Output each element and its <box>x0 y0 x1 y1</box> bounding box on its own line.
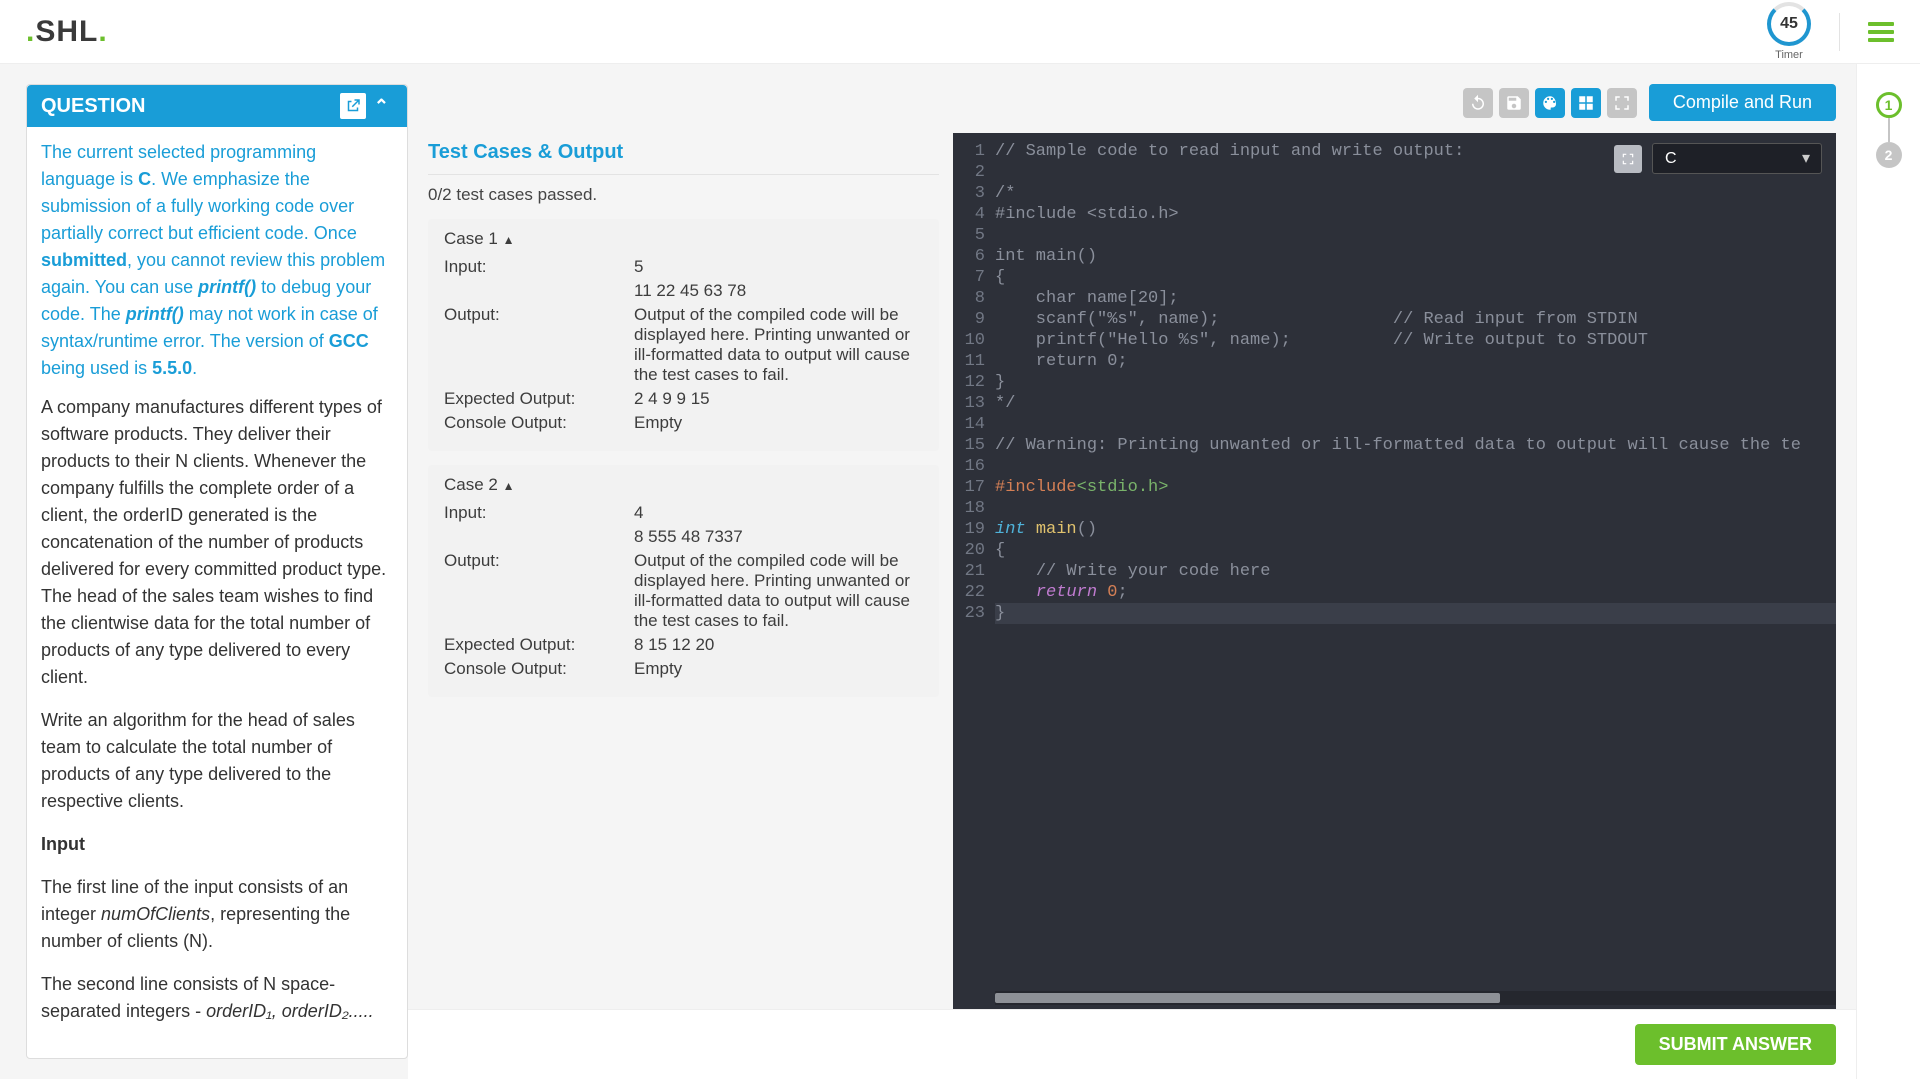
save-icon[interactable] <box>1499 88 1529 118</box>
fullscreen-icon[interactable] <box>1607 88 1637 118</box>
timer: 45 Timer <box>1767 2 1811 61</box>
content-row: Test Cases & Output 0/2 test cases passe… <box>408 133 1856 1009</box>
input-line-2: The second line consists of N space-sepa… <box>41 971 393 1025</box>
input-value-2: 8 555 48 7337 <box>634 527 923 547</box>
input-value: 4 <box>634 503 923 523</box>
top-right: 45 Timer <box>1767 2 1894 61</box>
test-cases-summary: 0/2 test cases passed. <box>428 175 939 219</box>
expected-label: Expected Output: <box>444 389 634 409</box>
test-case: Case 2 ▲ Input:4 8 555 48 7337Output:Outpu… <box>428 465 939 697</box>
console-label: Console Output: <box>444 413 634 433</box>
popout-icon[interactable] <box>340 93 366 119</box>
step-rail: 1 2 <box>1856 64 1920 1079</box>
code-area[interactable]: 1234567891011121314151617181920212223 //… <box>953 133 1836 991</box>
brand-logo: .SHL. <box>26 15 108 49</box>
expected-label: Expected Output: <box>444 635 634 655</box>
step-connector <box>1888 118 1890 142</box>
editor-toolbar: Compile and Run <box>408 84 1856 133</box>
question-header: QUESTION ⌃ <box>27 85 407 127</box>
output-label: Output: <box>444 551 634 631</box>
language-select[interactable]: C <box>1652 143 1822 174</box>
language-select-wrap: C <box>1652 143 1822 174</box>
logo-dot-left: . <box>26 15 35 48</box>
timer-circle: 45 <box>1767 2 1811 46</box>
console-label: Console Output: <box>444 659 634 679</box>
test-cases-title: Test Cases & Output <box>428 133 939 175</box>
menu-icon[interactable] <box>1868 18 1894 46</box>
code-editor[interactable]: C 1234567891011121314151617181920212223 … <box>953 133 1836 1009</box>
desc-paragraph-1: A company manufactures different types o… <box>41 394 393 691</box>
input-label: Input: <box>444 257 634 277</box>
question-intro: The current selected programming languag… <box>41 139 393 382</box>
output-label: Output: <box>444 305 634 385</box>
question-panel: QUESTION ⌃ The current selected programm… <box>26 84 408 1059</box>
output-value: Output of the compiled code will be disp… <box>634 305 923 385</box>
test-cases-panel: Test Cases & Output 0/2 test cases passe… <box>408 133 953 1009</box>
desc-paragraph-2: Write an algorithm for the head of sales… <box>41 707 393 815</box>
step-2[interactable]: 2 <box>1876 142 1902 168</box>
input-line-1: The first line of the input consists of … <box>41 874 393 955</box>
separator <box>1839 13 1840 51</box>
question-header-label: QUESTION <box>41 95 145 118</box>
question-body[interactable]: The current selected programming languag… <box>27 127 407 1058</box>
test-case-header[interactable]: Case 2 ▲ <box>444 475 923 495</box>
top-bar: .SHL. 45 Timer <box>0 0 1920 64</box>
editor-horizontal-scrollbar[interactable] <box>995 991 1836 1005</box>
console-value: Empty <box>634 413 923 433</box>
undo-icon[interactable] <box>1463 88 1493 118</box>
footer: SUBMIT ANSWER <box>408 1009 1856 1079</box>
logo-dot-right: . <box>98 15 107 48</box>
test-case-header[interactable]: Case 1 ▲ <box>444 229 923 249</box>
code-lines[interactable]: // Sample code to read input and write o… <box>995 141 1836 991</box>
test-case: Case 1 ▲ Input:5 11 22 45 63 78Output:Outp… <box>428 219 939 451</box>
line-gutter: 1234567891011121314151617181920212223 <box>953 141 995 991</box>
question-column: QUESTION ⌃ The current selected programm… <box>0 64 408 1079</box>
logo-text: SHL <box>35 15 98 48</box>
collapse-icon[interactable]: ⌃ <box>370 96 393 117</box>
step-1[interactable]: 1 <box>1876 92 1902 118</box>
submit-answer-button[interactable]: SUBMIT ANSWER <box>1635 1024 1836 1065</box>
question-description: A company manufactures different types o… <box>41 394 393 1025</box>
output-value: Output of the compiled code will be disp… <box>634 551 923 631</box>
timer-label: Timer <box>1767 49 1811 61</box>
input-label: Input: <box>444 503 634 523</box>
workspace: Compile and Run Test Cases & Output 0/2 … <box>408 64 1856 1079</box>
main-area: QUESTION ⌃ The current selected programm… <box>0 64 1920 1079</box>
theme-icon[interactable] <box>1535 88 1565 118</box>
expected-value: 8 15 12 20 <box>634 635 923 655</box>
compile-run-button[interactable]: Compile and Run <box>1649 84 1836 121</box>
input-value: 5 <box>634 257 923 277</box>
input-value-2: 11 22 45 63 78 <box>634 281 923 301</box>
input-section-title: Input <box>41 831 393 858</box>
editor-expand-icon[interactable] <box>1614 145 1642 173</box>
layout-icon[interactable] <box>1571 88 1601 118</box>
timer-value: 45 <box>1780 15 1798 33</box>
console-value: Empty <box>634 659 923 679</box>
expected-value: 2 4 9 9 15 <box>634 389 923 409</box>
